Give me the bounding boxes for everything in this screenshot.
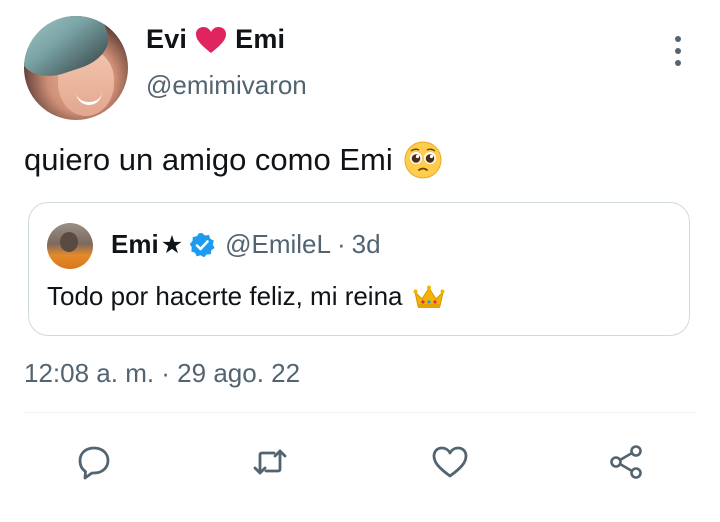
quoted-avatar-head — [60, 232, 78, 252]
quoted-tweet[interactable]: Emi ★ @EmileL · 3d Todo por hacerte feli… — [28, 202, 690, 336]
quoted-tweet-text-content: Todo por hacerte feliz, mi reina — [47, 281, 403, 311]
like-icon — [432, 446, 468, 478]
red-heart-icon — [196, 26, 227, 53]
tweet-timestamp[interactable]: 12:08 a. m. · 29 ago. 22 — [24, 358, 300, 389]
tweet-text: quiero un amigo como Emi — [24, 140, 443, 180]
tweet-card: Evi Emi @emimivaron quiero un amigo como… — [0, 0, 720, 522]
reply-icon — [78, 446, 110, 480]
more-options-icon[interactable] — [668, 36, 688, 66]
quoted-tweet-text: Todo por hacerte feliz, mi reina — [47, 281, 445, 312]
display-name-right: Emi — [235, 24, 286, 54]
retweet-icon — [253, 449, 287, 475]
author-username[interactable]: @emimivaron — [146, 70, 307, 101]
author-avatar[interactable] — [24, 16, 128, 120]
share-button[interactable] — [604, 440, 648, 484]
tweet-text-content: quiero un amigo como Emi — [24, 142, 393, 177]
quoted-separator: · — [336, 229, 346, 259]
quoted-author-name[interactable]: Emi — [111, 229, 159, 260]
quoted-tweet-time: 3d — [351, 229, 381, 259]
share-icon — [610, 445, 642, 479]
quoted-author-avatar[interactable] — [47, 223, 93, 269]
display-name-left: Evi — [146, 24, 188, 54]
crown-icon — [413, 285, 445, 308]
pleading-face-icon — [404, 141, 442, 179]
divider — [24, 412, 696, 413]
retweet-button[interactable] — [248, 440, 292, 484]
quoted-author-handle[interactable]: @EmileL — [225, 229, 331, 260]
like-button[interactable] — [428, 440, 472, 484]
reply-button[interactable] — [72, 440, 116, 484]
quoted-tweet-header: Emi ★ @EmileL · 3d — [111, 229, 381, 260]
author-display-name[interactable]: Evi Emi — [146, 24, 285, 55]
verified-badge-icon — [189, 232, 215, 257]
star-icon: ★ — [160, 230, 184, 259]
